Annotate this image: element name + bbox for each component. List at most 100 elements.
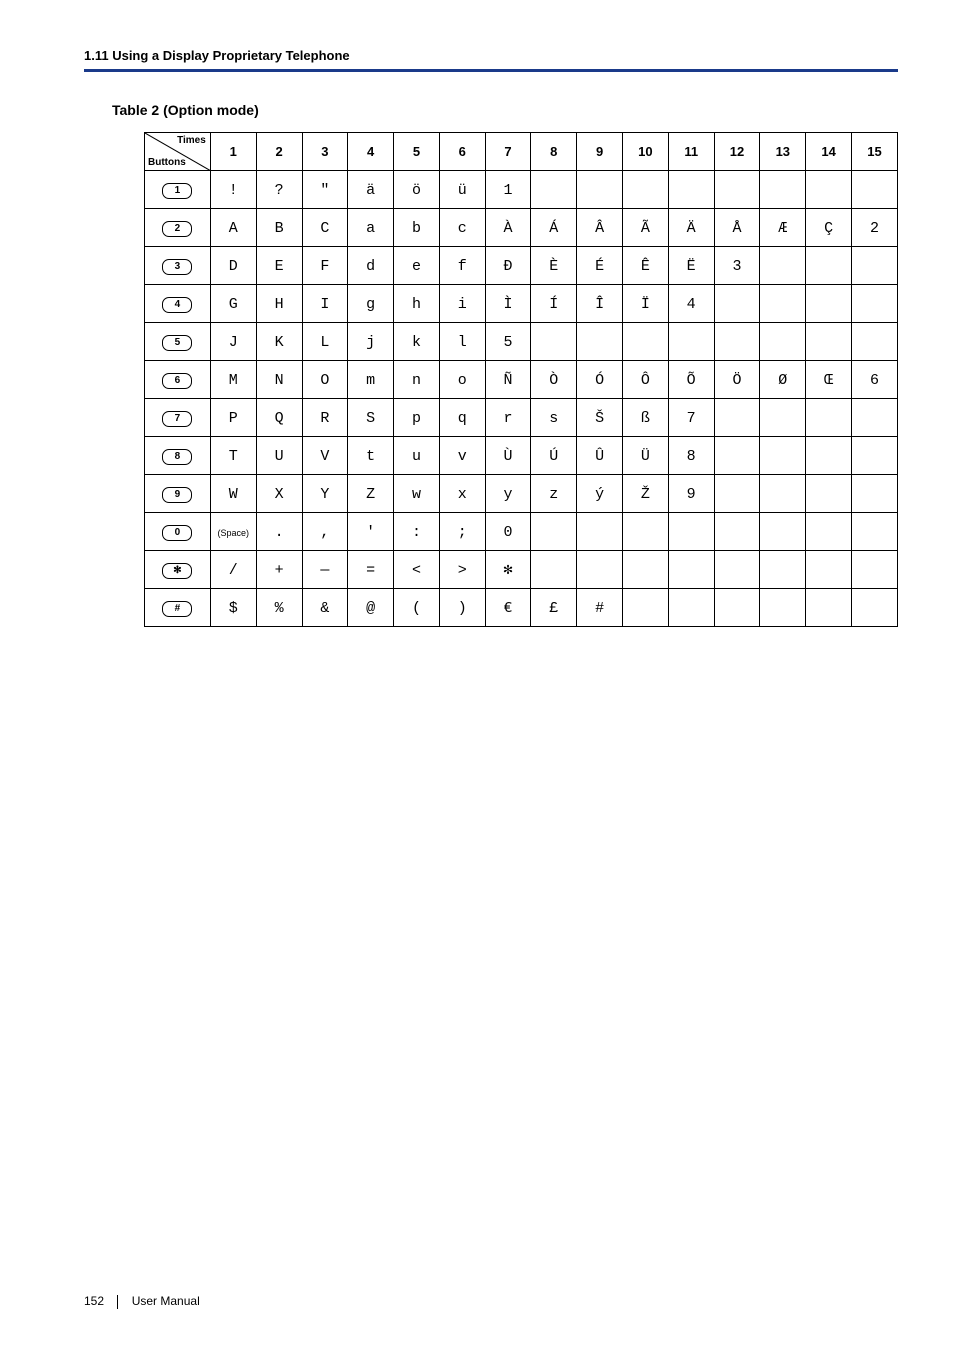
char-cell: R (302, 399, 348, 437)
char-cell: Ò (531, 361, 577, 399)
char-cell (760, 171, 806, 209)
char-cell: s (531, 399, 577, 437)
column-header: 12 (714, 133, 760, 171)
char-cell (806, 399, 852, 437)
char-cell: h (394, 285, 440, 323)
corner-buttons-label: Buttons (148, 157, 186, 168)
char-cell (760, 323, 806, 361)
button-key-cell: 0 (145, 513, 211, 551)
char-cell: É (577, 247, 623, 285)
char-cell: Â (577, 209, 623, 247)
char-cell: Û (577, 437, 623, 475)
column-header: 7 (485, 133, 531, 171)
char-cell: C (302, 209, 348, 247)
char-cell: = (348, 551, 394, 589)
char-cell: t (348, 437, 394, 475)
corner-cell: Times Buttons (145, 133, 211, 171)
char-cell: Q (256, 399, 302, 437)
phone-key-icon: 9 (162, 487, 192, 503)
table-row: 1!?"äöü1 (145, 171, 898, 209)
char-cell (531, 551, 577, 589)
char-cell: z (531, 475, 577, 513)
column-header: 4 (348, 133, 394, 171)
char-cell (852, 437, 898, 475)
column-header: 6 (439, 133, 485, 171)
char-cell (852, 475, 898, 513)
char-cell: 2 (852, 209, 898, 247)
phone-key-icon: ✻ (162, 563, 192, 579)
char-cell (577, 513, 623, 551)
char-cell (852, 323, 898, 361)
char-cell (577, 551, 623, 589)
phone-key-icon: 8 (162, 449, 192, 465)
button-key-cell: 6 (145, 361, 211, 399)
char-cell: " (302, 171, 348, 209)
char-cell: ? (256, 171, 302, 209)
char-cell: T (210, 437, 256, 475)
button-key-cell: # (145, 589, 211, 627)
char-cell: Ä (668, 209, 714, 247)
char-cell: e (394, 247, 440, 285)
char-cell (668, 589, 714, 627)
char-cell: : (394, 513, 440, 551)
char-cell (760, 247, 806, 285)
char-cell (714, 171, 760, 209)
char-cell: Õ (668, 361, 714, 399)
char-cell: B (256, 209, 302, 247)
char-cell: Ö (714, 361, 760, 399)
phone-key-icon: 4 (162, 297, 192, 313)
char-cell (852, 513, 898, 551)
char-cell: Ï (622, 285, 668, 323)
char-cell (760, 285, 806, 323)
char-cell (531, 323, 577, 361)
char-cell (760, 551, 806, 589)
char-cell: 8 (668, 437, 714, 475)
char-cell: ü (439, 171, 485, 209)
char-cell: j (348, 323, 394, 361)
char-cell: % (256, 589, 302, 627)
char-cell: Z (348, 475, 394, 513)
char-cell (852, 589, 898, 627)
table-row: 4GHIghiÌÍÎÏ4 (145, 285, 898, 323)
column-header: 14 (806, 133, 852, 171)
char-cell (852, 171, 898, 209)
button-key-cell: 9 (145, 475, 211, 513)
char-cell: r (485, 399, 531, 437)
char-cell: K (256, 323, 302, 361)
table-row: 7PQRSpqrsŠß7 (145, 399, 898, 437)
phone-key-icon: 3 (162, 259, 192, 275)
char-cell: < (394, 551, 440, 589)
char-cell: Ñ (485, 361, 531, 399)
divider (84, 69, 898, 72)
char-cell: Ú (531, 437, 577, 475)
char-cell (760, 589, 806, 627)
char-cell: p (394, 399, 440, 437)
char-cell: ) (439, 589, 485, 627)
button-key-cell: 1 (145, 171, 211, 209)
phone-key-icon: 7 (162, 411, 192, 427)
section-heading: 1.11 Using a Display Proprietary Telepho… (84, 48, 898, 69)
char-cell: f (439, 247, 485, 285)
page-footer: 152 User Manual (84, 1294, 200, 1309)
char-cell: M (210, 361, 256, 399)
phone-key-icon: 5 (162, 335, 192, 351)
char-cell: x (439, 475, 485, 513)
char-cell: ' (348, 513, 394, 551)
char-cell (806, 513, 852, 551)
char-cell (806, 285, 852, 323)
char-cell: Å (714, 209, 760, 247)
char-cell (714, 589, 760, 627)
phone-key-icon: 0 (162, 525, 192, 541)
footer-separator (117, 1295, 118, 1309)
char-cell (577, 171, 623, 209)
char-cell: 1 (485, 171, 531, 209)
char-cell (806, 475, 852, 513)
char-cell (668, 513, 714, 551)
char-cell (531, 171, 577, 209)
char-cell: J (210, 323, 256, 361)
table-row: #$%&@()€£# (145, 589, 898, 627)
char-cell: S (348, 399, 394, 437)
char-cell (668, 323, 714, 361)
char-cell: Í (531, 285, 577, 323)
column-header: 11 (668, 133, 714, 171)
